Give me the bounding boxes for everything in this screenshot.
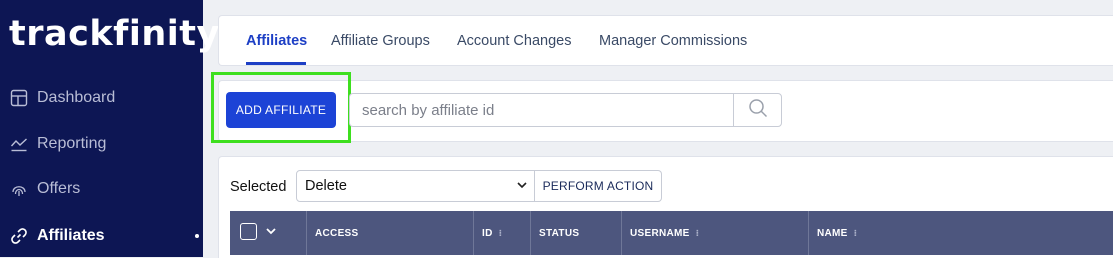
fingerprint-icon bbox=[9, 179, 29, 199]
search-icon bbox=[748, 98, 768, 123]
column-label: ID bbox=[482, 227, 493, 239]
column-header-username[interactable]: USERNAME ⁝ bbox=[621, 211, 808, 255]
sidebar-item-dashboard[interactable]: Dashboard bbox=[9, 83, 203, 113]
column-header-status[interactable]: STATUS bbox=[530, 211, 621, 255]
chevron-down-icon bbox=[516, 179, 528, 195]
bulk-action-value: Delete bbox=[305, 178, 347, 194]
sidebar-item-label: Affiliates bbox=[37, 227, 105, 244]
dashboard-icon bbox=[9, 88, 29, 108]
sort-icon: ⁝ bbox=[498, 227, 503, 238]
column-label: STATUS bbox=[539, 227, 580, 239]
chart-line-icon bbox=[9, 134, 29, 154]
select-all-checkbox[interactable] bbox=[240, 223, 257, 240]
sort-icon: ⁝ bbox=[853, 227, 858, 238]
bulk-action-select[interactable]: Delete bbox=[296, 170, 535, 202]
brand-logo[interactable]: trackfinity bbox=[9, 14, 220, 54]
tab-account-changes[interactable]: Account Changes bbox=[457, 33, 571, 49]
tab-affiliates[interactable]: Affiliates bbox=[246, 33, 307, 49]
tabs-bar: Affiliates Affiliate Groups Account Chan… bbox=[218, 15, 1113, 66]
highlight-box bbox=[211, 72, 351, 143]
active-tab-underline bbox=[246, 62, 306, 65]
tab-manager-commissions[interactable]: Manager Commissions bbox=[599, 33, 747, 49]
column-header-access[interactable]: ACCESS bbox=[306, 211, 473, 255]
search-button[interactable] bbox=[733, 93, 782, 127]
active-indicator-dot bbox=[195, 234, 199, 238]
perform-action-button[interactable]: PERFORM ACTION bbox=[535, 170, 662, 202]
sidebar-item-label: Reporting bbox=[37, 135, 107, 152]
select-all-column bbox=[230, 211, 306, 255]
tab-affiliate-groups[interactable]: Affiliate Groups bbox=[331, 33, 430, 49]
link-icon bbox=[9, 226, 29, 246]
table-header: ACCESS ID ⁝ STATUS USERNAME ⁝ NAME ⁝ bbox=[230, 211, 1113, 255]
sidebar-item-label: Dashboard bbox=[37, 89, 116, 106]
sidebar-item-label: Offers bbox=[37, 180, 81, 197]
sidebar-item-offers[interactable]: Offers bbox=[9, 174, 203, 204]
column-header-id[interactable]: ID ⁝ bbox=[473, 211, 530, 255]
sidebar-item-reporting[interactable]: Reporting bbox=[9, 129, 203, 159]
sort-icon: ⁝ bbox=[695, 227, 700, 238]
selected-label: Selected bbox=[230, 179, 287, 195]
column-label: USERNAME bbox=[630, 227, 690, 239]
column-label: NAME bbox=[817, 227, 848, 239]
affiliate-search-input[interactable] bbox=[349, 93, 733, 127]
chevron-down-icon[interactable] bbox=[265, 225, 277, 240]
sidebar-item-affiliates[interactable]: Affiliates bbox=[9, 221, 203, 251]
column-label: ACCESS bbox=[315, 227, 359, 239]
sidebar: trackfinity Dashboard Reporting Offers A… bbox=[0, 0, 219, 257]
main-content: Affiliates Affiliate Groups Account Chan… bbox=[203, 0, 1113, 258]
column-header-name[interactable]: NAME ⁝ bbox=[808, 211, 1113, 255]
